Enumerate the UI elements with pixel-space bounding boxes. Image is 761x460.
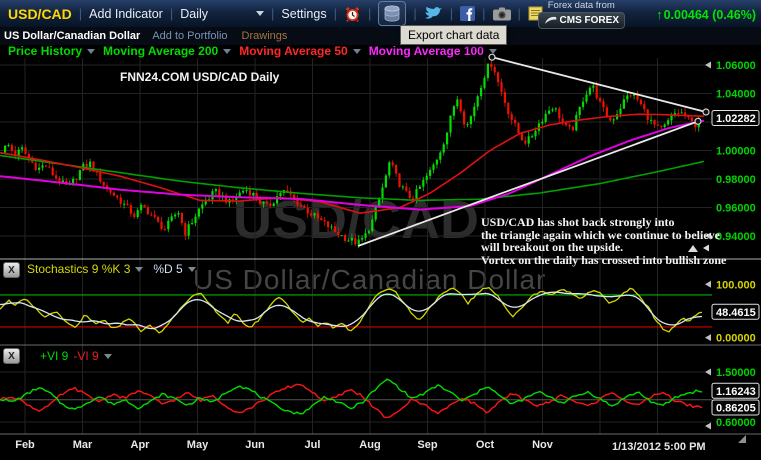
chevron-down-icon[interactable] [223, 49, 231, 54]
svg-text:Feb: Feb [15, 439, 35, 451]
svg-text:0.96000: 0.96000 [716, 203, 756, 215]
legend-label: Moving Average 200 [103, 44, 218, 58]
legend-moving-average-50[interactable]: Moving Average 50 [239, 44, 360, 58]
legend-moving-average-200[interactable]: Moving Average 200 [103, 44, 231, 58]
chevron-down-icon[interactable] [188, 267, 196, 272]
subbar: US Dollar/Canadian Dollar Add to Portfol… [0, 27, 761, 45]
separator: | [518, 6, 521, 21]
facebook-icon[interactable] [460, 6, 475, 21]
stochastics-header: Stochastics 9 %K 3 %D 5 [27, 262, 196, 276]
svg-text:May: May [187, 439, 209, 451]
drawings-menu[interactable]: Drawings [242, 30, 288, 42]
svg-text:100.000: 100.000 [716, 279, 756, 291]
svg-text:Jun: Jun [245, 439, 265, 451]
chevron-down-icon[interactable] [353, 49, 361, 54]
separator: | [170, 6, 173, 21]
data-source-caption: Forex data from [538, 1, 625, 11]
svg-text:0.98000: 0.98000 [716, 174, 756, 186]
stochastics-d-label[interactable]: %D 5 [153, 262, 182, 276]
add-indicator-button[interactable]: Add Indicator [89, 7, 163, 21]
camera-icon[interactable] [493, 7, 511, 21]
svg-text:1.02282: 1.02282 [716, 113, 756, 125]
separator: | [413, 6, 416, 21]
legend-label: Moving Average 100 [369, 44, 484, 58]
export-chart-data-tooltip: Export chart data [400, 25, 507, 45]
close-stochastics-button[interactable]: X [3, 262, 20, 278]
svg-text:Jul: Jul [305, 439, 321, 451]
separator: | [79, 6, 82, 21]
annotation-line: will breakout on the upside. [481, 241, 726, 254]
chart-application: USD/CAD US Dollar/Canadian Dollar 1.06000 1… [0, 0, 761, 460]
legend-price-history[interactable]: Price History [8, 44, 95, 58]
twitter-icon[interactable] [424, 6, 443, 21]
legend-label: Moving Average 50 [239, 44, 347, 58]
stochastics-k-label[interactable]: Stochastics 9 %K 3 [27, 262, 130, 276]
svg-text:1/13/2012 5:00 PM: 1/13/2012 5:00 PM [612, 441, 706, 453]
svg-text:48.4615: 48.4615 [716, 307, 756, 319]
chart-title: FNN24.COM USD/CAD Daily [120, 70, 279, 84]
add-to-portfolio-link[interactable]: Add to Portfolio [152, 30, 227, 42]
svg-text:Oct: Oct [476, 439, 495, 451]
close-vortex-button[interactable]: X [3, 348, 20, 364]
svg-text:1.50000: 1.50000 [716, 367, 756, 379]
vortex-plus-label[interactable]: +VI 9 [40, 349, 68, 363]
price-change-text: 0.00464 (0.46%) [664, 8, 756, 22]
separator: | [482, 6, 485, 21]
separator: | [368, 6, 371, 21]
svg-text:0.60000: 0.60000 [716, 417, 756, 429]
analyst-annotation: USD/CAD has shot back strongly into the … [481, 216, 726, 266]
vortex-header: +VI 9 -VI 9 [40, 349, 112, 363]
svg-text:1.16243: 1.16243 [716, 386, 756, 398]
annotation-line: Vortex on the daily has crossed into bul… [481, 254, 726, 267]
alarm-icon[interactable] [344, 6, 361, 22]
toolbar: USD/CAD | Add Indicator | Daily | Settin… [0, 0, 761, 28]
annotation-line: USD/CAD has shot back strongly into [481, 216, 726, 229]
separator: | [450, 6, 453, 21]
svg-text:1.00000: 1.00000 [716, 146, 756, 158]
svg-text:1.04000: 1.04000 [716, 89, 756, 101]
cms-forex-logo[interactable]: CMS FOREX [538, 12, 625, 29]
instrument-name: US Dollar/Canadian Dollar [4, 30, 140, 42]
cms-swoosh-icon [544, 15, 557, 26]
legend-bar: Price History Moving Average 200 Moving … [0, 44, 761, 58]
chevron-down-icon[interactable] [135, 267, 143, 272]
up-arrow-icon: ↑ [656, 7, 663, 22]
timeframe-dropdown[interactable]: Daily [180, 7, 208, 21]
settings-button[interactable]: Settings [281, 7, 326, 21]
svg-text:1.06000: 1.06000 [716, 60, 756, 72]
svg-text:Mar: Mar [73, 439, 93, 451]
svg-text:Sep: Sep [417, 439, 437, 451]
svg-text:0.86205: 0.86205 [716, 402, 756, 414]
vortex-minus-label[interactable]: -VI 9 [73, 349, 98, 363]
separator: | [271, 6, 274, 21]
cms-logo-text: CMS FOREX [560, 15, 619, 26]
data-source: Forex data from CMS FOREX [538, 0, 625, 29]
svg-text:Apr: Apr [131, 439, 151, 451]
chevron-down-icon[interactable] [489, 49, 497, 54]
symbol-label: USD/CAD [8, 6, 72, 22]
export-data-icon[interactable] [378, 1, 406, 26]
chevron-down-icon[interactable] [87, 49, 95, 54]
svg-text:Nov: Nov [532, 439, 554, 451]
separator: | [334, 6, 337, 21]
chevron-down-icon[interactable] [256, 11, 264, 16]
chevron-down-icon[interactable] [104, 354, 112, 359]
svg-text:0.00000: 0.00000 [716, 333, 756, 345]
price-change: ↑0.00464 (0.46%) [656, 7, 756, 22]
svg-text:Aug: Aug [359, 439, 380, 451]
legend-moving-average-100[interactable]: Moving Average 100 [369, 44, 497, 58]
legend-label: Price History [8, 44, 82, 58]
